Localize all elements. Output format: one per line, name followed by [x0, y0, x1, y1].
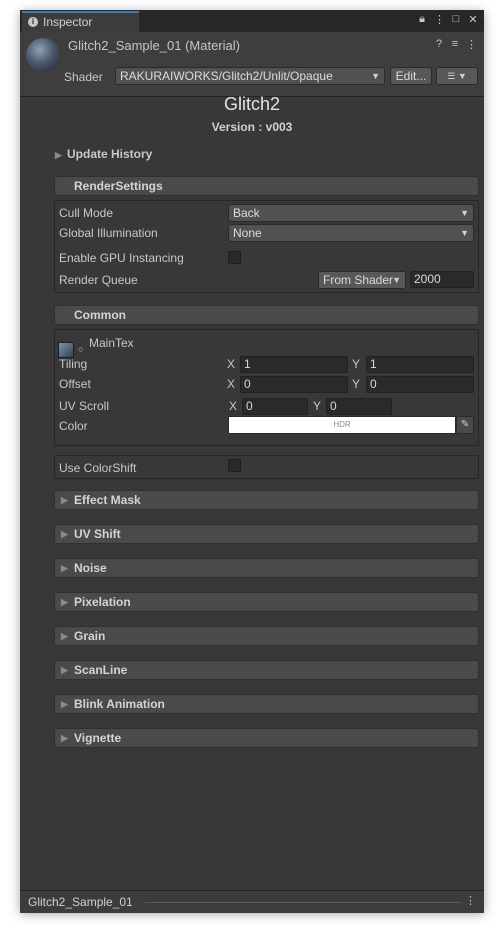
material-preview-thumbnail: [26, 38, 60, 72]
uv-scroll-x-label: X: [229, 399, 238, 413]
common-title: Common: [74, 308, 126, 322]
dropdown-arrow-icon: ▼: [392, 275, 401, 285]
uv-scroll-label: UV Scroll: [59, 399, 110, 413]
section-blink-animation[interactable]: ▶ Blink Animation: [54, 694, 479, 714]
foldout-arrow-icon: ▶: [61, 665, 68, 675]
material-title: Glitch2_Sample_01 (Material): [68, 38, 240, 53]
tab-inspector[interactable]: i Inspector: [22, 11, 139, 32]
offset-y-label: Y: [352, 377, 361, 391]
more-vert-icon[interactable]: ⋮: [434, 13, 445, 26]
uv-scroll-y-label: Y: [313, 399, 322, 413]
global-illumination-label: Global Illumination: [59, 226, 158, 240]
foldout-arrow-icon: ▶: [61, 699, 68, 709]
status-asset-name: Glitch2_Sample_01: [28, 895, 133, 909]
cull-mode-label: Cull Mode: [59, 206, 114, 220]
section-label: Vignette: [74, 731, 122, 745]
section-label: Blink Animation: [74, 697, 165, 711]
section-grain[interactable]: ▶ Grain: [54, 626, 479, 646]
cull-mode-dropdown[interactable]: Back ▼: [228, 204, 474, 222]
use-colorshift-label: Use ColorShift: [59, 461, 137, 475]
section-scanline[interactable]: ▶ ScanLine: [54, 660, 479, 680]
shader-menu-button[interactable]: ☰ ▼: [436, 67, 478, 85]
foldout-arrow-icon: ▶: [61, 733, 68, 743]
tiling-label: Tiling: [59, 357, 88, 371]
offset-y-input[interactable]: 0: [366, 376, 474, 393]
foldout-arrow-icon: ▶: [55, 150, 62, 160]
shader-label: Shader: [64, 70, 103, 84]
lock-icon[interactable]: 🔒︎: [417, 13, 427, 26]
offset-label: Offset: [59, 377, 91, 391]
window-icons: 🔒︎ ⋮ □ ✕: [417, 13, 478, 26]
color-field[interactable]: HDR: [228, 416, 456, 434]
status-divider: [145, 902, 461, 903]
list-icon: ☰ ▼: [447, 71, 467, 81]
render-queue-source-dropdown[interactable]: From Shader ▼: [318, 271, 406, 289]
render-queue-label: Render Queue: [59, 273, 138, 287]
edit-shader-button[interactable]: Edit...: [390, 67, 432, 85]
uv-scroll-x-input[interactable]: 0: [242, 398, 308, 415]
render-settings-header[interactable]: RenderSettings: [54, 176, 479, 196]
section-label: UV Shift: [74, 527, 121, 541]
shader-title: Glitch2: [223, 94, 281, 114]
gpu-instancing-checkbox[interactable]: [228, 251, 241, 264]
foldout-arrow-icon: ▶: [61, 529, 68, 539]
section-pixelation[interactable]: ▶ Pixelation: [54, 592, 479, 612]
tiling-y-label: Y: [352, 357, 361, 371]
cull-mode-value: Back: [233, 206, 260, 220]
shader-dropdown-value: RAKURAIWORKS/Glitch2/Unlit/Opaque: [120, 69, 333, 83]
offset-x-label: X: [227, 377, 236, 391]
section-uv-shift[interactable]: ▶ UV Shift: [54, 524, 479, 544]
section-label: Effect Mask: [74, 493, 141, 507]
info-icon: i: [28, 17, 38, 27]
tab-bar: i Inspector 🔒︎ ⋮ □ ✕: [20, 10, 484, 32]
color-label: Color: [59, 419, 88, 433]
header-icons: ? ≡ ⋮: [434, 38, 477, 51]
foldout-arrow-icon: ▶: [61, 495, 68, 505]
status-bar: Glitch2_Sample_01 ⋮: [20, 890, 484, 913]
object-picker-icon[interactable]: ○: [78, 344, 83, 354]
section-noise[interactable]: ▶ Noise: [54, 558, 479, 578]
eyedropper-icon[interactable]: ✎: [456, 416, 474, 434]
use-colorshift-checkbox[interactable]: [228, 459, 241, 472]
section-effect-mask[interactable]: ▶ Effect Mask: [54, 490, 479, 510]
close-icon[interactable]: ✕: [468, 13, 478, 26]
settings-sliders-icon[interactable]: ≡: [450, 38, 460, 51]
section-label: Pixelation: [74, 595, 131, 609]
uv-scroll-y-input[interactable]: 0: [326, 398, 392, 415]
more-vert-icon[interactable]: ⋮: [466, 38, 477, 51]
offset-x-input[interactable]: 0: [240, 376, 348, 393]
section-label: Grain: [74, 629, 106, 643]
global-illumination-dropdown[interactable]: None ▼: [228, 224, 474, 242]
dropdown-arrow-icon: ▼: [460, 208, 469, 218]
foldout-arrow-icon: ▶: [61, 563, 68, 573]
global-illumination-value: None: [233, 226, 262, 240]
update-history-label: Update History: [67, 147, 153, 161]
main-tex-label: MainTex: [89, 336, 134, 350]
tab-label: Inspector: [43, 15, 93, 29]
tiling-y-input[interactable]: 1: [366, 356, 474, 373]
main-tex-thumbnail[interactable]: [58, 342, 74, 358]
common-header[interactable]: Common: [54, 305, 479, 325]
render-queue-input[interactable]: 2000: [410, 271, 474, 288]
maximize-icon[interactable]: □: [451, 13, 461, 26]
section-vignette[interactable]: ▶ Vignette: [54, 728, 479, 748]
material-header: Glitch2_Sample_01 (Material) ? ≡ ⋮ Shade…: [20, 32, 484, 97]
gpu-instancing-label: Enable GPU Instancing: [59, 251, 184, 265]
more-vert-icon[interactable]: ⋮: [465, 894, 476, 907]
dropdown-arrow-icon: ▼: [371, 71, 380, 81]
foldout-arrow-icon: ▶: [61, 597, 68, 607]
section-label: ScanLine: [74, 663, 128, 677]
render-settings-title: RenderSettings: [74, 179, 163, 193]
section-label: Noise: [74, 561, 107, 575]
update-history-foldout[interactable]: ▶ Update History: [55, 147, 152, 161]
inspector-window: i Inspector 🔒︎ ⋮ □ ✕ Glitch2_Sample_01 (…: [20, 10, 484, 913]
help-icon[interactable]: ?: [434, 38, 444, 51]
dropdown-arrow-icon: ▼: [460, 228, 469, 238]
tiling-x-input[interactable]: 1: [240, 356, 348, 373]
tiling-x-label: X: [227, 357, 236, 371]
shader-version: Version : v003: [211, 120, 293, 134]
render-queue-source-value: From Shader: [323, 273, 394, 287]
shader-dropdown[interactable]: RAKURAIWORKS/Glitch2/Unlit/Opaque ▼: [115, 67, 385, 85]
foldout-arrow-icon: ▶: [61, 631, 68, 641]
